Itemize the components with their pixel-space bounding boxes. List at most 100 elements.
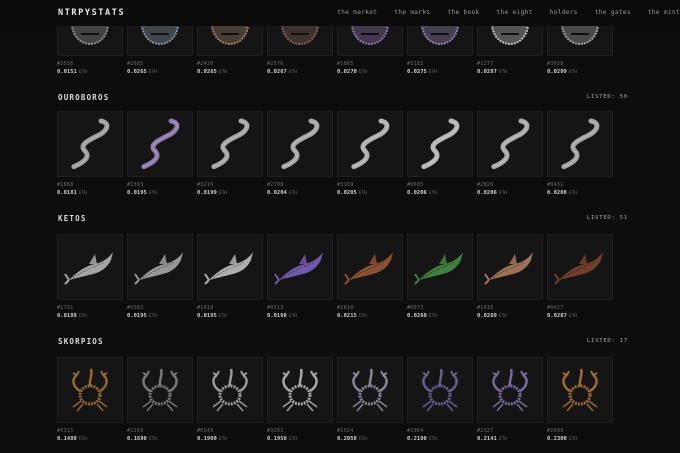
scorpion-artwork[interactable] — [127, 357, 193, 423]
scorpion-artwork[interactable] — [197, 357, 263, 423]
token-card[interactable]: #1668 0.0181 ETH — [57, 111, 123, 196]
token-card[interactable]: #0545 0.1900 ETH — [197, 357, 263, 442]
nav-link-gates[interactable]: the gates — [595, 9, 631, 16]
price-value: 0.0181 — [57, 190, 77, 196]
price-unit: ETH — [288, 437, 298, 442]
scorpion-artwork[interactable] — [547, 357, 613, 423]
token-price: 0.0267 ETH — [267, 69, 333, 75]
scorpion-artwork[interactable] — [267, 357, 333, 423]
price-value: 0.0299 — [547, 69, 567, 75]
price-value: 0.1690 — [127, 436, 147, 442]
token-card[interactable]: #0427 0.0287 ETH — [547, 234, 613, 319]
serpent-artwork[interactable] — [337, 111, 403, 177]
token-card[interactable]: #0313 0.0198 ETH — [267, 234, 333, 319]
token-card[interactable]: #0315 0.1480 ETH — [57, 357, 123, 442]
token-card[interactable]: #3169 0.0205 ETH — [337, 111, 403, 196]
token-id: #3028 — [547, 61, 564, 67]
token-id: #2826 — [477, 182, 494, 188]
token-card[interactable]: #1418 0.0195 ETH — [197, 234, 263, 319]
whale-artwork[interactable] — [57, 234, 123, 300]
nav-link-book[interactable]: the book — [447, 9, 479, 16]
token-price: 0.0188 ETH — [57, 313, 123, 319]
token-card[interactable]: #1924 0.2050 ETH — [337, 357, 403, 442]
price-unit: ETH — [568, 70, 578, 75]
token-id: #2685 — [127, 61, 144, 67]
nav-link-holders[interactable]: holders — [550, 9, 578, 16]
price-unit: ETH — [288, 314, 298, 319]
price-unit: ETH — [78, 314, 88, 319]
token-card[interactable]: #0073 0.0260 ETH — [407, 234, 473, 319]
section-title: SKORPIOS — [58, 337, 104, 346]
token-card[interactable]: #1791 0.0188 ETH — [57, 234, 123, 319]
token-card[interactable]: #2699 0.2300 ETH — [547, 357, 613, 442]
section-title: KETOS — [58, 214, 87, 223]
token-price: 0.0195 ETH — [127, 190, 193, 196]
serpent-artwork[interactable] — [547, 111, 613, 177]
scorpion-artwork[interactable] — [407, 357, 473, 423]
price-value: 0.0205 — [337, 190, 357, 196]
token-id: #2556 — [57, 61, 74, 67]
token-card[interactable]: #0383 0.0195 ETH — [127, 234, 193, 319]
token-card[interactable]: #0605 0.0206 ETH — [407, 111, 473, 196]
scorpion-artwork[interactable] — [337, 357, 403, 423]
nav-link-eight[interactable]: the eight — [497, 9, 533, 16]
whale-artwork[interactable] — [127, 234, 193, 300]
token-id: #1904 — [407, 428, 424, 434]
token-id: #3183 — [407, 61, 424, 67]
token-id: #2327 — [477, 428, 494, 434]
token-id: #2420 — [197, 61, 214, 67]
serpent-artwork[interactable] — [477, 111, 543, 177]
serpent-artwork[interactable] — [197, 111, 263, 177]
token-card[interactable]: #1393 0.0195 ETH — [127, 111, 193, 196]
price-unit: ETH — [148, 70, 158, 75]
listed-count: LISTED: 17 — [586, 338, 628, 344]
serpent-icon — [560, 118, 600, 170]
whale-artwork[interactable] — [337, 234, 403, 300]
token-price: 0.0265 ETH — [127, 69, 193, 75]
token-id: #2810 — [337, 305, 354, 311]
price-value: 0.2050 — [337, 436, 357, 442]
serpent-artwork[interactable] — [57, 111, 123, 177]
section-ouroboros: OUROBOROS LISTED: 50 #1668 0.0181 ETH #1393… — [0, 93, 680, 196]
site-logo[interactable]: NTRPYSTATS — [58, 8, 125, 18]
price-unit: ETH — [568, 314, 578, 319]
price-value: 0.1950 — [267, 436, 287, 442]
token-card[interactable]: #0431 0.0208 ETH — [547, 111, 613, 196]
scorpion-artwork[interactable] — [477, 357, 543, 423]
token-card[interactable]: #2327 0.2141 ETH — [477, 357, 543, 442]
price-value: 0.0215 — [337, 313, 357, 319]
token-card[interactable]: #1904 0.2100 ETH — [407, 357, 473, 442]
scorpion-icon — [72, 368, 108, 412]
nav-link-market[interactable]: the market — [337, 9, 377, 16]
whale-artwork[interactable] — [197, 234, 263, 300]
token-card[interactable]: #2826 0.0206 ETH — [477, 111, 543, 196]
serpent-icon — [70, 118, 110, 170]
token-price: 0.0260 ETH — [477, 313, 543, 319]
token-card[interactable]: #3281 0.1950 ETH — [267, 357, 333, 442]
serpent-artwork[interactable] — [267, 111, 333, 177]
price-unit: ETH — [568, 437, 578, 442]
price-unit: ETH — [218, 191, 228, 196]
serpent-artwork[interactable] — [127, 111, 193, 177]
whale-artwork[interactable] — [267, 234, 333, 300]
serpent-icon — [280, 118, 320, 170]
token-card[interactable]: #1269 0.1690 ETH — [127, 357, 193, 442]
nav-link-marks[interactable]: the marks — [394, 9, 430, 16]
serpent-icon — [210, 118, 250, 170]
serpent-icon — [490, 118, 530, 170]
price-unit: ETH — [568, 191, 578, 196]
nav-link-mint[interactable]: the mint — [648, 9, 680, 16]
token-card[interactable]: #1410 0.0260 ETH — [477, 234, 543, 319]
token-id: #0073 — [407, 305, 424, 311]
price-value: 0.0199 — [197, 190, 217, 196]
whale-artwork[interactable] — [407, 234, 473, 300]
serpent-artwork[interactable] — [407, 111, 473, 177]
whale-artwork[interactable] — [547, 234, 613, 300]
token-card[interactable]: #2708 0.0204 ETH — [267, 111, 333, 196]
scorpion-artwork[interactable] — [57, 357, 123, 423]
whale-artwork[interactable] — [477, 234, 543, 300]
token-card[interactable]: #3216 0.0199 ETH — [197, 111, 263, 196]
token-card[interactable]: #2810 0.0215 ETH — [337, 234, 403, 319]
serpent-icon — [350, 118, 390, 170]
price-value: 0.2300 — [547, 436, 567, 442]
